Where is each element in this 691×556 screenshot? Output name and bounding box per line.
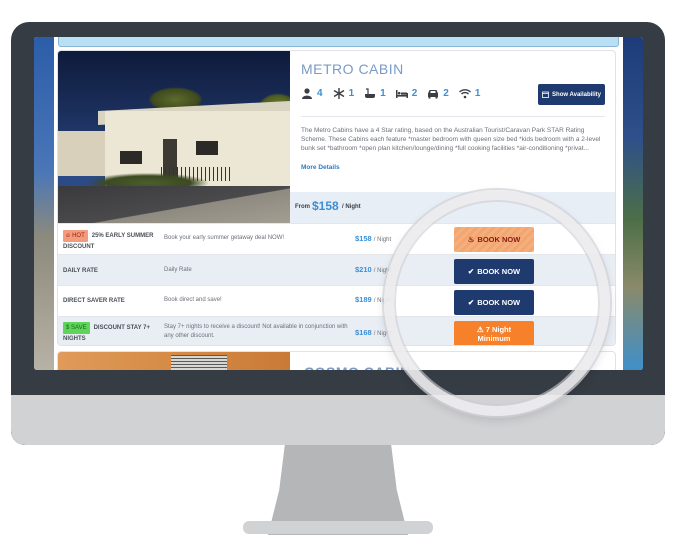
show-availability-label: Show Availability: [552, 91, 601, 98]
rate-price: $189 / Night: [355, 295, 391, 304]
listing-title: METRO CABIN: [301, 61, 404, 77]
background-photo-left: [34, 37, 54, 370]
guests-icon: [302, 88, 312, 99]
rate-name: $ SAVE DISCOUNT STAY 7+ NIGHTS: [63, 322, 163, 344]
cabin-photo[interactable]: [58, 51, 290, 223]
from-price: $158: [312, 199, 339, 213]
monitor-frame: METRO CABIN 4 1 1 2 2 1 Show Availabilit…: [11, 22, 665, 445]
car-icon: [428, 90, 439, 99]
book-now-label: BOOK NOW: [477, 235, 521, 244]
book-now-button[interactable]: ✔ BOOK NOW: [454, 259, 534, 284]
rate-row: DIRECT SAVER RATE Book direct and save! …: [58, 285, 615, 316]
listing-description: The Metro Cabins have a 4 Star rating, b…: [301, 127, 601, 152]
window-blind: [171, 355, 227, 370]
amenity-count: 2: [411, 88, 418, 99]
amenity-wifi: 1: [458, 88, 481, 99]
book-now-label: BOOK NOW: [477, 298, 521, 307]
amenity-air-conditioning: 1: [333, 88, 355, 99]
rate-price-unit: / Night: [373, 298, 392, 304]
checkmark-icon: ✔: [467, 267, 475, 276]
amenity-bathroom: 1: [364, 88, 386, 99]
rate-row: 🔥︎ HOT 25% EARLY SUMMER DISCOUNT Book you…: [58, 223, 615, 254]
amenity-count: 1: [348, 88, 355, 99]
calendar-icon: [542, 91, 549, 98]
listing-card-cosmo-cabin: COSMO CABIN: [57, 351, 616, 370]
minimum-stay-button[interactable]: ⚠ 7 Night Minimum: [454, 321, 534, 345]
checkmark-icon: ✔: [467, 298, 475, 307]
rate-description: Book your early summer getaway deal NOW!: [164, 235, 285, 241]
window-shape: [120, 151, 142, 164]
info-banner: [58, 37, 619, 47]
amenities-row: 4 1 1 2 2 1: [301, 88, 480, 99]
rate-price-value: $189: [355, 295, 372, 304]
amenity-parking: 2: [427, 88, 449, 99]
monitor-stand-foot: [243, 521, 433, 534]
air-conditioning-icon: [333, 88, 344, 99]
listing-card-metro-cabin: METRO CABIN 4 1 1 2 2 1 Show Availabilit…: [57, 50, 616, 346]
wifi-icon: [458, 89, 471, 99]
from-label: From: [295, 204, 310, 210]
rate-name: DAILY RATE: [63, 268, 98, 274]
cabin-photo[interactable]: [58, 352, 290, 370]
rate-row: $ SAVE DISCOUNT STAY 7+ NIGHTS Stay 7+ ni…: [58, 316, 615, 345]
monitor-chin: [11, 395, 665, 445]
from-price-bar: From $158 / Night: [290, 192, 615, 223]
rate-name: DIRECT SAVER RATE: [63, 298, 125, 304]
house-shape: [58, 131, 106, 176]
rate-price-unit: / Night: [373, 237, 392, 243]
listing-title: COSMO CABIN: [304, 364, 411, 370]
rate-price-unit: / Night: [373, 331, 392, 337]
flame-icon: ♨: [467, 235, 475, 244]
minimum-stay-line1: ⚠ 7 Night: [477, 325, 511, 334]
book-now-button-hot[interactable]: ♨ BOOK NOW: [454, 227, 534, 252]
per-night-label: / Night: [342, 204, 361, 210]
booking-page: METRO CABIN 4 1 1 2 2 1 Show Availabilit…: [54, 37, 623, 370]
rate-price: $210 / Night: [355, 265, 391, 274]
amenity-count: 2: [443, 88, 449, 99]
save-badge: $ SAVE: [63, 322, 90, 334]
rate-price: $158 / Night: [355, 234, 391, 243]
hot-badge: 🔥︎ HOT: [63, 230, 88, 242]
warning-icon: ⚠: [476, 324, 484, 334]
book-now-button[interactable]: ✔ BOOK NOW: [454, 290, 534, 315]
rate-price-value: $168: [355, 328, 372, 337]
divider: [301, 116, 605, 117]
minimum-nights-label: 7 Night: [485, 324, 512, 334]
rate-price-value: $210: [355, 265, 372, 274]
bed-icon: [395, 90, 408, 98]
badge-label: HOT: [72, 233, 85, 239]
rate-row: DAILY RATE Daily Rate $210 / Night ✔ BOOK…: [58, 254, 615, 285]
show-availability-button[interactable]: Show Availability: [538, 84, 605, 105]
flame-icon: 🔥︎: [66, 233, 71, 239]
bathroom-icon: [365, 88, 376, 98]
rate-name: 🔥︎ HOT 25% EARLY SUMMER DISCOUNT: [63, 230, 163, 252]
rate-description: Book direct and save!: [164, 297, 222, 303]
amenity-count: 1: [380, 88, 386, 99]
rate-price-value: $158: [355, 234, 372, 243]
window-shape: [196, 141, 218, 155]
rate-price-unit: / Night: [373, 268, 392, 274]
amenity-count: 4: [317, 88, 323, 99]
minimum-label: Minimum: [477, 333, 511, 343]
driveway: [58, 186, 290, 223]
amenity-count: 1: [474, 88, 481, 99]
background-photo-right: [623, 37, 643, 370]
rate-price: $168 / Night: [355, 328, 391, 337]
amenity-guests: 4: [301, 88, 323, 99]
rate-description: Stay 7+ nights to receive a discount! No…: [164, 324, 348, 339]
rate-description: Daily Rate: [164, 267, 192, 273]
more-details-link[interactable]: More Details: [301, 164, 340, 171]
amenity-beds: 2: [395, 88, 418, 99]
book-now-label: BOOK NOW: [477, 267, 521, 276]
monitor-screen: METRO CABIN 4 1 1 2 2 1 Show Availabilit…: [34, 37, 643, 370]
